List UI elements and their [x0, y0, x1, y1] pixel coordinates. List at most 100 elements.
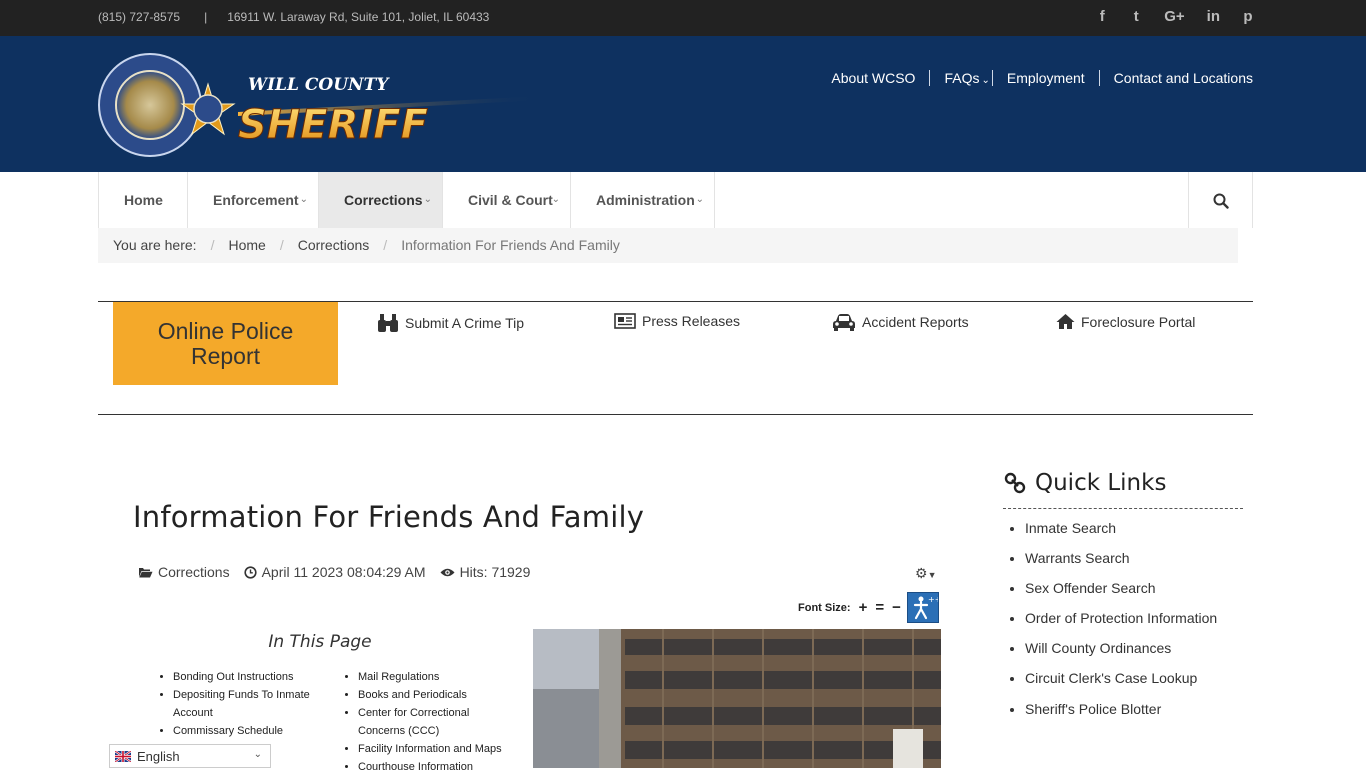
quick-actions-bar: Online Police Report Submit A Crime Tip … [98, 301, 1253, 415]
date-label: April 11 2023 08:04:29 AM [261, 564, 426, 580]
mainnav-home[interactable]: Home [99, 172, 188, 228]
mainnav-label: Civil & Court [468, 192, 553, 208]
home-icon [1056, 314, 1075, 329]
list-item[interactable]: Facility Information and Maps [358, 740, 508, 758]
list-item[interactable]: Courthouse Information [358, 758, 508, 776]
quick-links-heading: Quick Links [1003, 470, 1166, 496]
linkedin-icon[interactable]: in [1207, 8, 1220, 25]
accessibility-button[interactable]: ++ [907, 592, 941, 623]
social-links: f t G+ in p [1096, 8, 1254, 25]
quick-link-ordinances[interactable]: Will County Ordinances [1025, 639, 1217, 669]
address: 16911 W. Laraway Rd, Suite 101, Joliet, … [227, 10, 490, 24]
folder-open-icon [139, 568, 153, 578]
chevron-down-icon: ⌄ [253, 749, 262, 760]
mainnav-administration[interactable]: Administration ⌄ [571, 172, 715, 228]
breadcrumb: You are here: / Home / Corrections / Inf… [98, 228, 1238, 263]
caret-down-icon: ▼ [927, 570, 937, 580]
facebook-icon[interactable]: f [1096, 8, 1108, 25]
header-nav: About WCSO FAQs ⌄ Employment Contact and … [817, 70, 1253, 86]
quick-link-sex-offender-search[interactable]: Sex Offender Search [1025, 579, 1217, 609]
list-item[interactable]: Center for Correctional Concerns (CCC) [358, 704, 508, 740]
gear-icon: ⚙ [915, 565, 928, 581]
clock-icon [243, 565, 257, 579]
chevron-down-icon: ⌄ [695, 194, 704, 205]
quick-link-case-lookup[interactable]: Circuit Clerk's Case Lookup [1025, 669, 1217, 699]
breadcrumb-separator: / [279, 237, 284, 253]
font-decrease-icon[interactable]: − [892, 599, 901, 616]
in-page-links-col2: Mail Regulations Books and Periodicals C… [358, 668, 508, 776]
font-size-label: Font Size: [798, 601, 851, 614]
font-increase-icon[interactable]: + [859, 599, 868, 616]
site-header: WILL COUNTY SHERIFF About WCSO FAQs ⌄ Emp… [0, 36, 1366, 172]
link-label: Press Releases [642, 313, 741, 329]
font-reset-icon[interactable]: = [875, 599, 884, 616]
nav-faqs[interactable]: FAQs ⌄ [930, 70, 991, 86]
chevron-down-icon: ⌄ [423, 194, 432, 205]
car-icon [833, 314, 855, 331]
mainnav-label: Administration [596, 192, 695, 208]
foreclosure-portal-link[interactable]: Foreclosure Portal [1056, 313, 1195, 330]
language-selector[interactable]: English ⌄ [109, 744, 271, 768]
svg-text:WILL COUNTY: WILL COUNTY [248, 75, 390, 95]
nav-about-wcso[interactable]: About WCSO [817, 70, 929, 86]
accident-reports-link[interactable]: Accident Reports [832, 313, 969, 331]
breadcrumb-current: Information For Friends And Family [401, 237, 620, 253]
twitter-icon[interactable]: t [1130, 8, 1142, 25]
main-nav: Home Enforcement ⌄ Corrections ⌄ Civil &… [98, 172, 1253, 228]
breadcrumb-prefix: You are here: [113, 237, 197, 253]
google-plus-icon[interactable]: G+ [1164, 8, 1184, 25]
uk-flag-icon [115, 750, 131, 762]
font-size-controls: Font Size: + = − [798, 599, 901, 616]
sheriff-logo[interactable]: WILL COUNTY SHERIFF [98, 52, 548, 158]
breadcrumb-corrections[interactable]: Corrections [298, 228, 370, 263]
link-label: Accident Reports [862, 314, 969, 330]
top-bar: (815) 727-8575 | 16911 W. Laraway Rd, Su… [0, 0, 1366, 36]
link-label: Submit A Crime Tip [405, 315, 525, 331]
nav-employment[interactable]: Employment [993, 70, 1099, 86]
quick-links-divider [1003, 508, 1243, 509]
chevron-down-icon: ⌄ [299, 194, 308, 205]
list-item[interactable]: Commissary Schedule [173, 722, 323, 740]
svg-text:SHERIFF: SHERIFF [238, 102, 428, 148]
list-item[interactable]: Books and Periodicals [358, 686, 508, 704]
article-options[interactable]: ⚙▼ [915, 565, 936, 582]
quick-link-police-blotter[interactable]: Sheriff's Police Blotter [1025, 700, 1217, 730]
chevron-down-icon: ⌄ [981, 75, 990, 86]
search-button[interactable] [1188, 172, 1252, 228]
binoculars-icon [378, 314, 398, 332]
mainnav-civil-court[interactable]: Civil & Court ⌄ [443, 172, 571, 228]
building-photo [533, 629, 941, 768]
article-date: April 11 2023 08:04:29 AM [243, 564, 426, 580]
press-releases-link[interactable]: Press Releases [614, 313, 740, 329]
online-police-report-button[interactable]: Online Police Report [113, 302, 338, 385]
language-label: English [137, 748, 180, 764]
article-hits: Hits: 71929 [440, 564, 530, 580]
article-category[interactable]: Corrections [138, 564, 230, 580]
list-item[interactable]: Depositing Funds To Inmate Account [173, 686, 323, 722]
quick-link-order-of-protection[interactable]: Order of Protection Information [1025, 609, 1217, 639]
nav-contact-locations[interactable]: Contact and Locations [1100, 70, 1253, 86]
contact-separator: | [204, 10, 208, 24]
chevron-down-icon: ⌄ [551, 194, 560, 205]
svg-text:++: ++ [928, 595, 938, 604]
list-item[interactable]: Bonding Out Instructions [173, 668, 323, 686]
building-image [533, 629, 941, 768]
nav-faqs-label: FAQs [944, 70, 980, 86]
breadcrumb-home[interactable]: Home [228, 228, 265, 263]
mainnav-label: Corrections [344, 192, 423, 208]
submit-crime-tip-link[interactable]: Submit A Crime Tip [377, 313, 524, 333]
mainnav-enforcement[interactable]: Enforcement ⌄ [188, 172, 319, 228]
quick-link-warrants-search[interactable]: Warrants Search [1025, 549, 1217, 579]
contact-info: (815) 727-8575 | 16911 W. Laraway Rd, Su… [98, 10, 489, 24]
quick-link-inmate-search[interactable]: Inmate Search [1025, 519, 1217, 549]
list-item[interactable]: Mail Regulations [358, 668, 508, 686]
pinterest-icon[interactable]: p [1242, 8, 1254, 25]
eye-icon [440, 568, 455, 576]
mainnav-label: Home [124, 192, 163, 208]
link-icon [1004, 472, 1026, 494]
newspaper-icon [614, 313, 636, 329]
breadcrumb-separator: / [383, 237, 388, 253]
phone-number[interactable]: (815) 727-8575 [98, 10, 180, 24]
mainnav-corrections[interactable]: Corrections ⌄ [319, 172, 443, 228]
search-icon [1213, 193, 1229, 209]
